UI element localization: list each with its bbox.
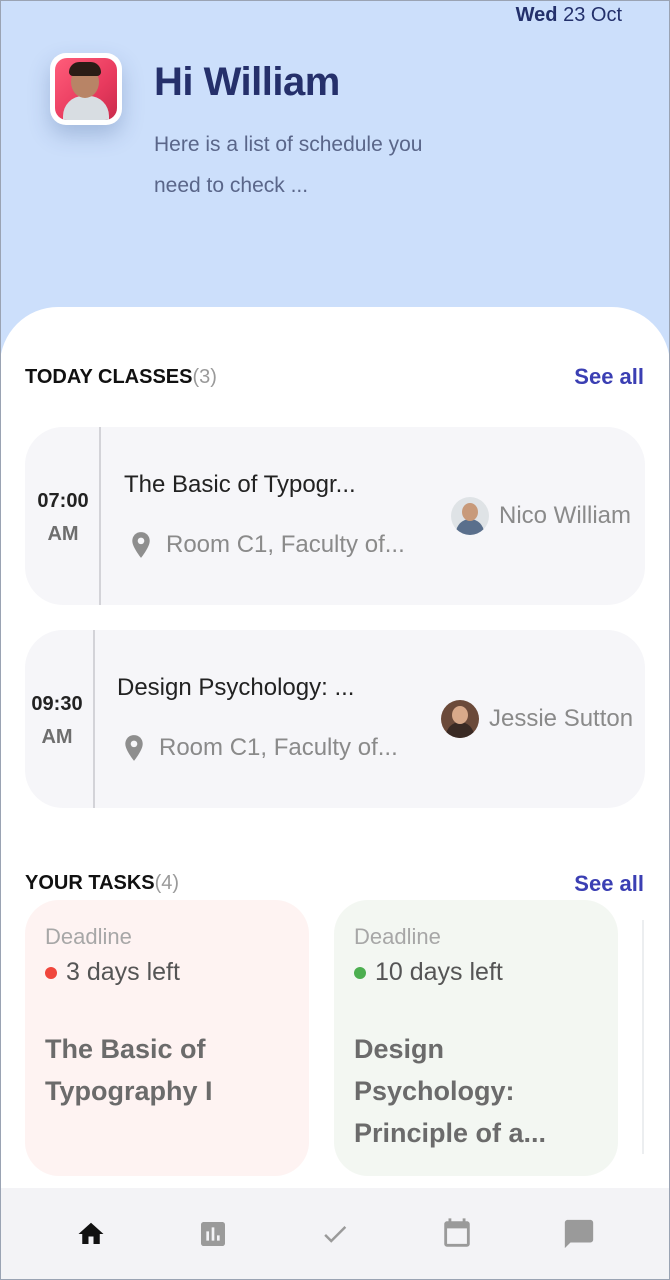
greeting-subtitle: Here is a list of schedule you need to c… xyxy=(154,133,423,197)
task-days-left: 3 days left xyxy=(45,958,180,987)
class-divider xyxy=(99,427,101,605)
chart-icon[interactable] xyxy=(191,1212,235,1256)
class-time: 09:30 AM xyxy=(31,693,83,748)
class-divider xyxy=(93,630,95,808)
greeting-title: Hi William xyxy=(154,60,340,104)
task-card[interactable]: Deadline 3 days left The Basic of Typogr… xyxy=(25,900,309,1176)
task-title: The Basic of Typography I xyxy=(45,1034,213,1106)
teacher-avatar xyxy=(451,497,489,535)
check-icon[interactable] xyxy=(313,1212,357,1256)
teacher-avatar xyxy=(441,700,479,738)
status-dot xyxy=(354,966,366,979)
user-avatar[interactable] xyxy=(50,53,122,125)
class-card[interactable]: 09:30 AM Design Psychology: ... Room C1,… xyxy=(25,630,645,808)
location-pin-icon xyxy=(132,532,150,558)
see-all-classes-link[interactable]: See all xyxy=(574,364,644,390)
class-teacher: Jessie Sutton xyxy=(441,700,633,738)
class-title: The Basic of Typogr... xyxy=(124,471,356,498)
status-dot xyxy=(45,966,57,979)
class-time: 07:00 AM xyxy=(37,490,89,545)
task-title: Design Psychology: Principle of a... xyxy=(354,1034,547,1148)
class-card[interactable]: 07:00 AM The Basic of Typogr... Room C1,… xyxy=(25,427,645,605)
see-all-tasks-link[interactable]: See all xyxy=(574,871,644,897)
task-days-left: 10 days left xyxy=(354,958,503,987)
next-task-card-edge xyxy=(642,920,644,1154)
your-tasks-heading: YOUR TASKS(4) xyxy=(25,872,180,894)
current-date: Wed 23 Oct xyxy=(515,4,622,26)
class-title: Design Psychology: ... xyxy=(117,674,355,701)
task-card[interactable]: Deadline 10 days left Design Psychology:… xyxy=(334,900,618,1176)
chat-icon[interactable] xyxy=(557,1212,601,1256)
class-teacher: Nico William xyxy=(451,497,631,535)
location-pin-icon xyxy=(125,735,143,761)
task-deadline-label: Deadline xyxy=(354,924,441,949)
task-deadline-label: Deadline xyxy=(45,924,132,949)
today-classes-heading: TODAY CLASSES(3) xyxy=(25,366,217,388)
class-location: Room C1, Faculty of... xyxy=(130,531,405,559)
bottom-navigation xyxy=(0,1188,670,1280)
class-location: Room C1, Faculty of... xyxy=(123,734,398,762)
calendar-icon[interactable] xyxy=(435,1212,479,1256)
home-icon[interactable] xyxy=(69,1212,113,1256)
